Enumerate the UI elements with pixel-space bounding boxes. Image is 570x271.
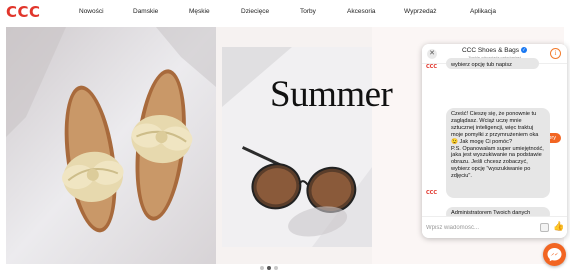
nav-item-nowosci[interactable]: Nowości xyxy=(79,8,104,15)
bot-message-partial: wybierz opcję tub napisz xyxy=(446,58,539,69)
message-composer: 👍 xyxy=(422,216,567,238)
hero-headline: Summer xyxy=(270,74,393,115)
bot-message: Cześć! Cieszę się, że ponownie tu zagląd… xyxy=(446,108,550,198)
carousel-dot[interactable] xyxy=(274,266,278,270)
bot-avatar: CCC xyxy=(426,190,438,196)
bot-avatar: CCC xyxy=(426,64,438,70)
nav-item-akcesoria[interactable]: Akcesoria xyxy=(347,8,376,15)
nav-item-aplikacja[interactable]: Aplikacja xyxy=(470,8,496,15)
chat-title-text: CCC Shoes & Bags xyxy=(461,47,520,54)
info-icon[interactable]: i xyxy=(550,48,561,59)
main-nav: Nowości Damskie Męskie Dziecięce Torby A… xyxy=(0,8,570,20)
nav-item-damskie[interactable]: Damskie xyxy=(133,8,158,15)
messenger-icon xyxy=(547,248,562,262)
thumbs-up-icon[interactable]: 👍 xyxy=(553,221,564,232)
nav-item-wyprzedaz[interactable]: Wyprzedaż xyxy=(404,8,436,15)
nav-item-dzieciece[interactable]: Dziecięce xyxy=(241,8,269,15)
messenger-launcher-button[interactable] xyxy=(543,243,566,266)
sandals-photo xyxy=(6,27,216,264)
chat-widget: ✕ CCC Shoes & Bags✓ Zwykle odpowiada nat… xyxy=(422,44,567,238)
carousel-dot-active[interactable] xyxy=(267,266,271,270)
gif-icon[interactable] xyxy=(540,223,549,232)
top-navigation-bar: CCC Nowości Damskie Męskie Dziecięce Tor… xyxy=(0,0,570,26)
message-input[interactable] xyxy=(426,221,536,234)
chat-title: CCC Shoes & Bags ✓ xyxy=(422,47,567,54)
carousel-pagination xyxy=(252,266,292,271)
nav-item-meskie[interactable]: Męskie xyxy=(189,8,210,15)
verified-badge-icon: ✓ xyxy=(521,47,528,53)
nav-item-torby[interactable]: Torby xyxy=(300,8,316,15)
carousel-dot[interactable] xyxy=(260,266,264,270)
